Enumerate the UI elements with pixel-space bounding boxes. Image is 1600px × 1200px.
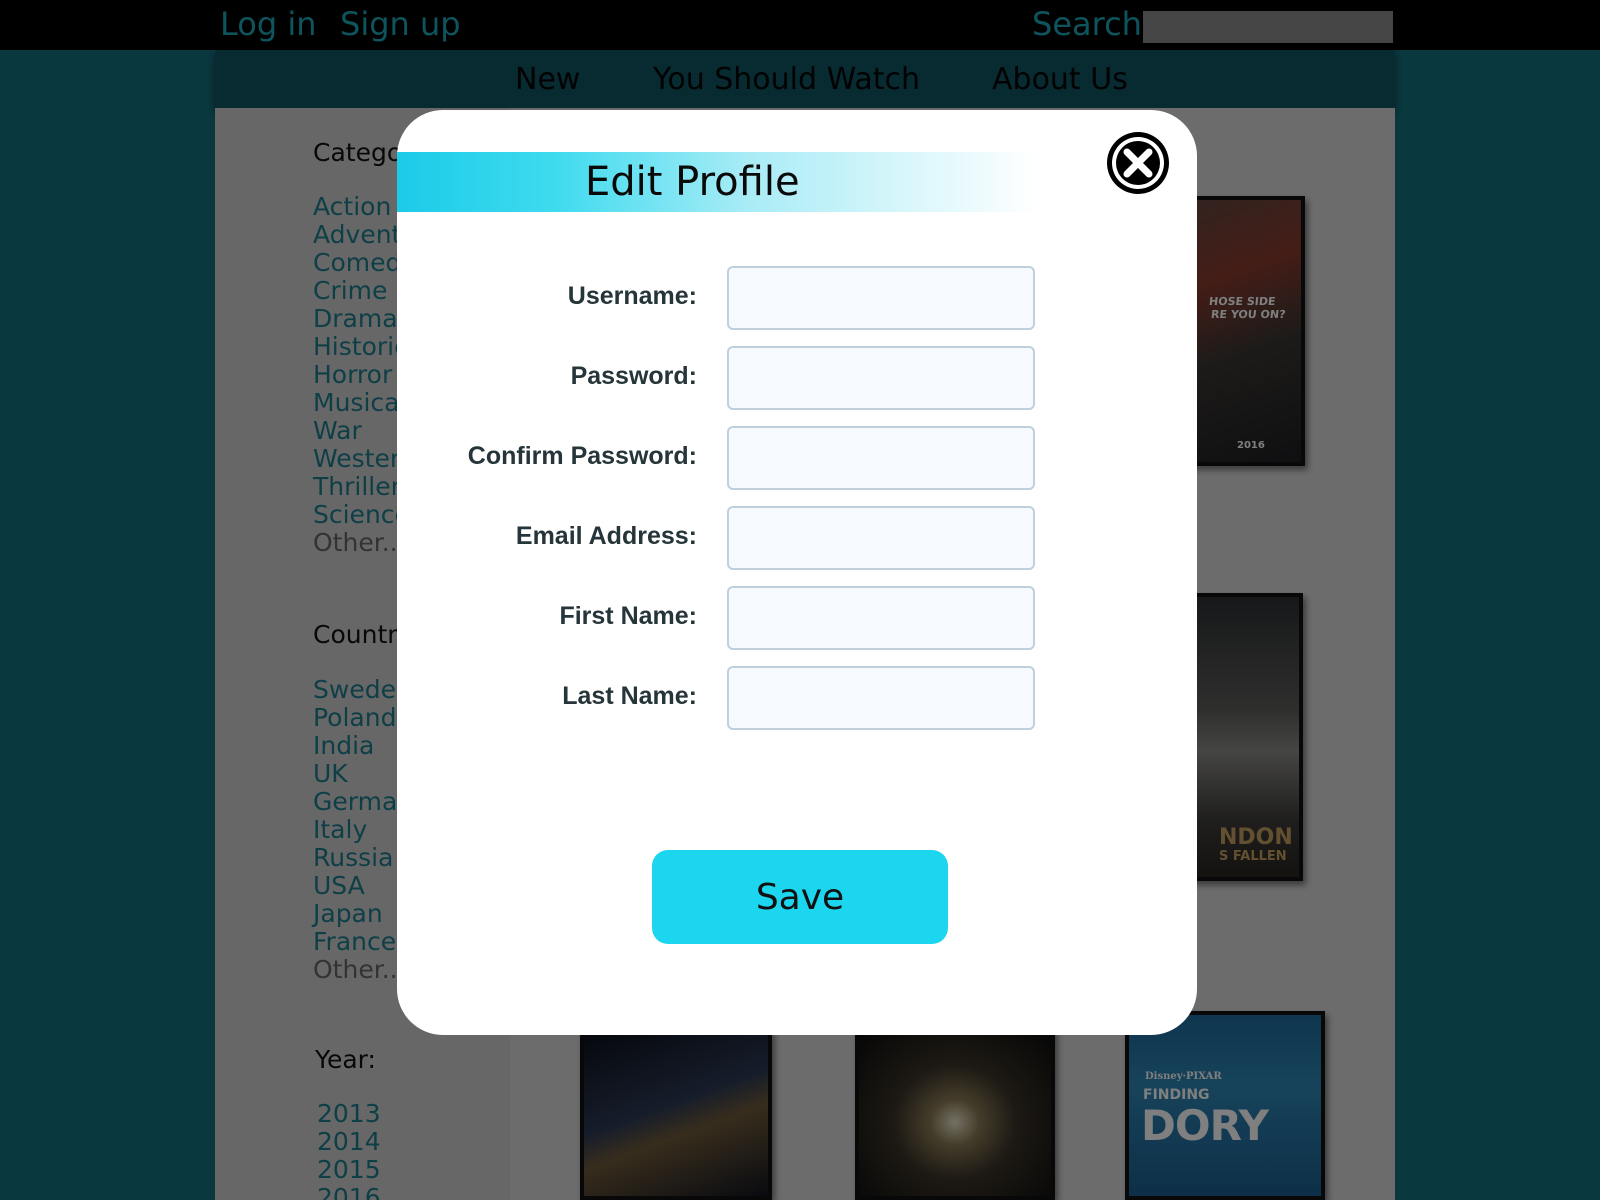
confirm-password-label: Confirm Password: — [467, 442, 697, 470]
username-label: Username: — [567, 282, 697, 310]
email-label: Email Address: — [515, 522, 697, 550]
last-name-label: Last Name: — [562, 682, 697, 710]
password-label: Password: — [570, 362, 697, 390]
close-button[interactable] — [1107, 132, 1169, 194]
edit-profile-modal: Edit Profile Username: Password: Confirm… — [397, 110, 1197, 1035]
save-button[interactable]: Save — [652, 850, 948, 944]
password-field[interactable] — [727, 346, 1035, 410]
email-field[interactable] — [727, 506, 1035, 570]
modal-header: Edit Profile — [397, 152, 1037, 212]
close-icon — [1107, 132, 1169, 194]
modal-title: Edit Profile — [585, 159, 800, 205]
first-name-field[interactable] — [727, 586, 1035, 650]
confirm-password-field[interactable] — [727, 426, 1035, 490]
username-field[interactable] — [727, 266, 1035, 330]
first-name-label: First Name: — [559, 602, 697, 630]
last-name-field[interactable] — [727, 666, 1035, 730]
